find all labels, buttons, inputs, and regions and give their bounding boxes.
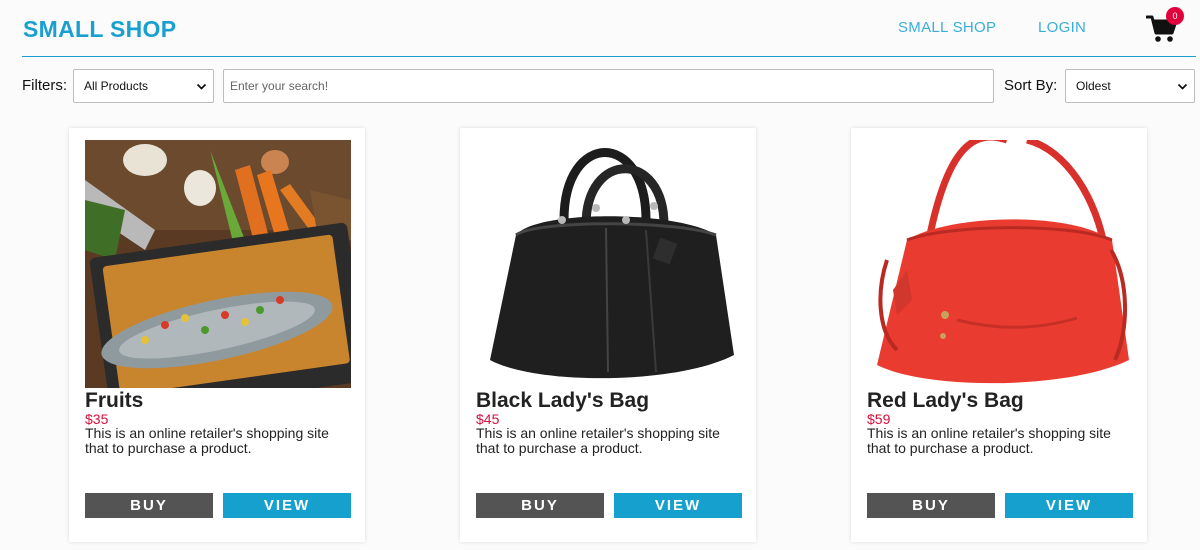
- product-card: Red Lady's Bag $59 This is an online ret…: [851, 128, 1147, 542]
- buy-button[interactable]: BUY: [476, 493, 604, 518]
- cart-count-badge: 0: [1166, 7, 1184, 25]
- site-header: SMALL SHOP SMALL SHOP LOGIN 0: [22, 0, 1196, 57]
- product-description: This is an online retailer's shopping si…: [867, 425, 1111, 456]
- buy-button[interactable]: BUY: [867, 493, 995, 518]
- chevron-down-icon: [196, 83, 207, 90]
- view-button[interactable]: VIEW: [614, 493, 742, 518]
- buy-button[interactable]: BUY: [85, 493, 213, 518]
- product-image: [867, 140, 1133, 388]
- category-filter-select[interactable]: All Products: [73, 69, 214, 103]
- search-input[interactable]: [223, 69, 994, 103]
- product-name: Red Lady's Bag: [867, 389, 1024, 412]
- filters-label: Filters:: [22, 77, 67, 94]
- sort-select[interactable]: Oldest: [1065, 69, 1195, 103]
- category-filter-value: All Products: [84, 79, 149, 93]
- product-image: [85, 140, 351, 388]
- view-button[interactable]: VIEW: [1005, 493, 1133, 518]
- product-card: Black Lady's Bag $45 This is an online r…: [460, 128, 756, 542]
- sort-by-label: Sort By:: [1004, 77, 1058, 94]
- product-description: This is an online retailer's shopping si…: [476, 425, 720, 456]
- product-description: This is an online retailer's shopping si…: [85, 425, 329, 456]
- nav-link-login[interactable]: LOGIN: [1038, 19, 1086, 36]
- product-card: Fruits $35 This is an online retailer's …: [69, 128, 365, 542]
- product-image: [476, 140, 742, 388]
- sort-value: Oldest: [1076, 79, 1111, 93]
- nav-link-small-shop[interactable]: SMALL SHOP: [898, 19, 996, 36]
- cart-button[interactable]: 0: [1146, 7, 1184, 44]
- brand-logo-link[interactable]: SMALL SHOP: [23, 16, 176, 43]
- chevron-down-icon: [1177, 83, 1188, 90]
- product-name: Fruits: [85, 389, 144, 412]
- product-name: Black Lady's Bag: [476, 389, 650, 412]
- view-button[interactable]: VIEW: [223, 493, 351, 518]
